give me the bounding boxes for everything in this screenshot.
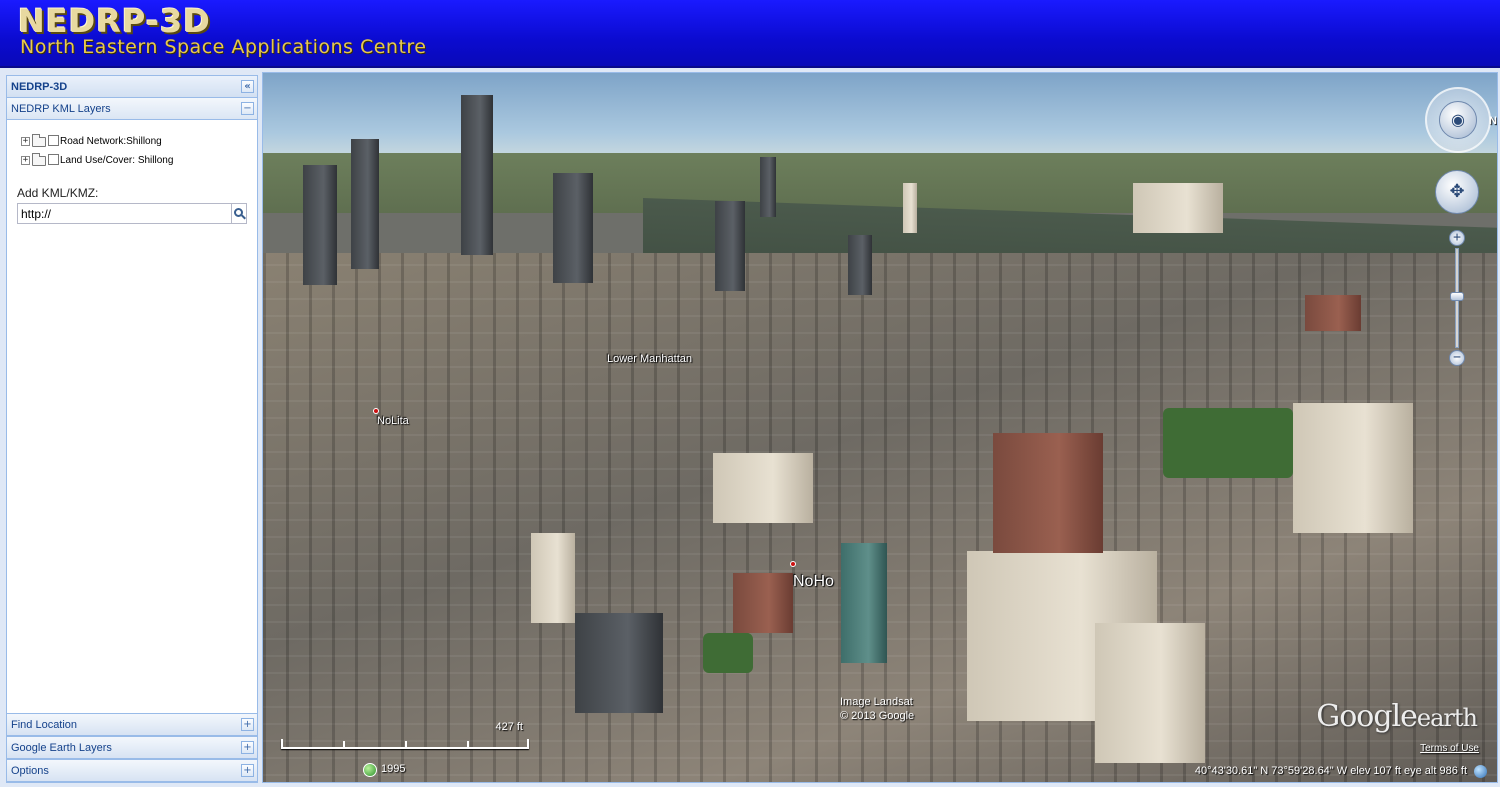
building	[841, 543, 887, 663]
sidebar: NEDRP-3D « NEDRP KML Layers − + Road Net…	[6, 75, 258, 783]
zoom-out-button[interactable]: −	[1449, 350, 1465, 366]
attribution-copyright: © 2013 Google	[840, 710, 915, 722]
building	[903, 183, 917, 233]
layer-label: Road Network:Shillong	[60, 136, 162, 147]
north-indicator[interactable]: N	[1489, 115, 1497, 127]
building	[993, 433, 1103, 553]
building	[575, 613, 663, 713]
logo-earth: earth	[1416, 704, 1478, 732]
terms-of-use-link[interactable]: Terms of Use	[1420, 743, 1479, 754]
app-subtitle: North Eastern Space Applications Centre	[20, 36, 427, 58]
historical-imagery-icon[interactable]	[363, 763, 377, 777]
distant-land	[263, 153, 1497, 213]
panel-label: Options	[11, 765, 49, 777]
expand-panel-button[interactable]: +	[241, 764, 254, 777]
zoom-in-button[interactable]: +	[1449, 230, 1465, 246]
sidebar-title: NEDRP-3D	[11, 81, 68, 93]
find-location-panel-header[interactable]: Find Location +	[7, 713, 257, 736]
building	[715, 201, 745, 291]
building	[733, 573, 793, 633]
layer-checkbox[interactable]	[48, 135, 59, 146]
app-header: NEDRP-3D North Eastern Space Application…	[0, 0, 1500, 68]
building	[713, 453, 813, 523]
collapse-sidebar-button[interactable]: «	[241, 80, 254, 93]
building	[553, 173, 593, 283]
building	[1293, 403, 1413, 533]
sky	[263, 73, 1497, 158]
options-panel-header[interactable]: Options +	[7, 759, 257, 782]
building	[1095, 623, 1205, 763]
kml-url-input[interactable]	[17, 203, 237, 224]
attribution-source: Image Landsat	[840, 696, 913, 708]
place-label-noho[interactable]: NoHo	[793, 573, 834, 591]
expand-icon[interactable]: +	[21, 137, 30, 146]
logo-google: Google	[1316, 699, 1418, 734]
kml-layers-panel-header[interactable]: NEDRP KML Layers −	[7, 98, 257, 120]
building	[760, 157, 776, 217]
building	[531, 533, 575, 623]
add-kml-button[interactable]	[231, 203, 247, 224]
place-label-nolita[interactable]: NoLita	[377, 415, 409, 427]
sidebar-title-bar: NEDRP-3D «	[7, 76, 257, 98]
zoom-slider-thumb[interactable]	[1450, 292, 1464, 301]
pan-control-hand-icon[interactable]: ✥	[1435, 170, 1479, 214]
imagery-year: 1995	[381, 763, 406, 775]
bottom-panels: Find Location + Google Earth Layers + Op…	[7, 713, 257, 782]
park	[703, 633, 753, 673]
building	[351, 139, 379, 269]
earth-3d-viewer[interactable]: Lower Manhattan NoLita NoHo ◉ N ✥ + − Im…	[262, 72, 1498, 783]
expand-panel-button[interactable]: +	[241, 718, 254, 731]
place-marker[interactable]	[373, 408, 379, 414]
building	[303, 165, 337, 285]
scale-bar: 427 ft	[281, 721, 529, 755]
folder-icon	[32, 153, 46, 166]
add-kml-label: Add KML/KMZ:	[17, 186, 99, 200]
kml-layer-tree: + Road Network:Shillong + Land Use/Cover…	[17, 132, 247, 170]
scale-line	[281, 739, 529, 749]
coordinates-status: 40°43'30.61" N 73°59'28.64" W elev 107 f…	[1194, 765, 1467, 777]
folder-icon	[32, 134, 46, 147]
look-around-control[interactable]: ◉ N	[1425, 87, 1497, 153]
place-label-lower-manhattan[interactable]: Lower Manhattan	[607, 353, 692, 365]
expand-icon[interactable]: +	[21, 156, 30, 165]
building	[1305, 295, 1361, 331]
building	[848, 235, 872, 295]
tree-item-road-network[interactable]: + Road Network:Shillong	[17, 132, 247, 151]
building	[1133, 183, 1223, 233]
park	[1163, 408, 1293, 478]
scale-value: 427 ft	[495, 721, 523, 733]
kml-layers-title: NEDRP KML Layers	[11, 103, 111, 115]
streaming-globe-icon	[1474, 765, 1487, 778]
eye-icon[interactable]: ◉	[1439, 101, 1477, 139]
google-earth-layers-panel-header[interactable]: Google Earth Layers +	[7, 736, 257, 759]
layer-checkbox[interactable]	[48, 154, 59, 165]
expand-panel-button[interactable]: +	[241, 741, 254, 754]
panel-label: Google Earth Layers	[11, 742, 112, 754]
image-attribution: Image Landsat © 2013 Google	[840, 695, 914, 723]
collapse-kml-panel-button[interactable]: −	[241, 102, 254, 115]
tree-item-land-use[interactable]: + Land Use/Cover: Shillong	[17, 151, 247, 170]
app-title: NEDRP-3D	[18, 2, 211, 40]
place-marker[interactable]	[790, 561, 796, 567]
layer-label: Land Use/Cover: Shillong	[60, 155, 174, 166]
panel-label: Find Location	[11, 719, 78, 731]
google-earth-logo: Googleearth	[1316, 699, 1478, 734]
building	[461, 95, 493, 255]
